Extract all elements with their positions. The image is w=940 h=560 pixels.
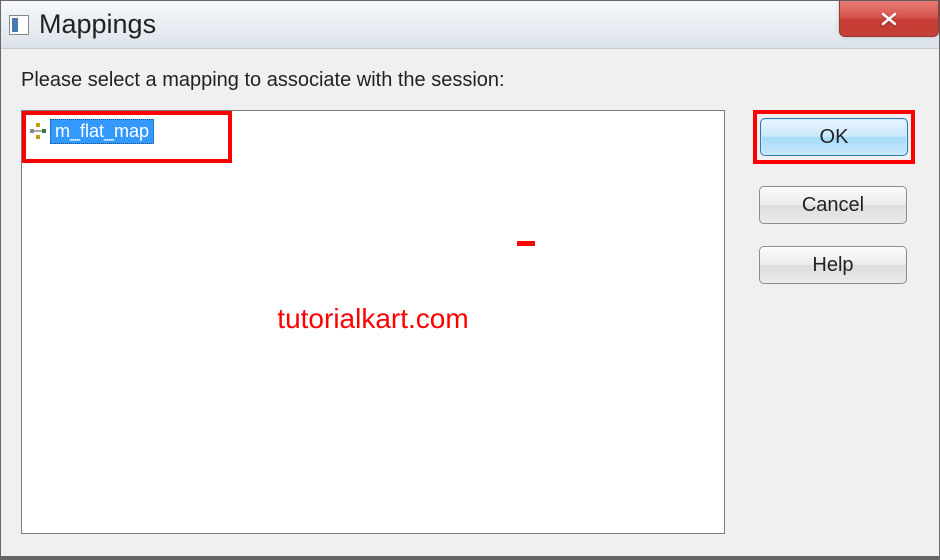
instruction-text: Please select a mapping to associate wit… [21,69,919,92]
close-icon [880,12,898,26]
client-area: Please select a mapping to associate wit… [1,49,939,559]
mappings-dialog-window: Mappings Please select a mapping to asso… [0,0,940,560]
app-icon [9,15,29,35]
list-item-label: m_flat_map [50,119,154,144]
content-row: m_flat_map tutorialkart.com OK Cancel He… [21,110,919,534]
list-item[interactable]: m_flat_map [30,119,722,143]
close-button[interactable] [839,1,939,37]
help-button-label: Help [812,254,853,277]
window-bottom-border [1,556,939,560]
cancel-button[interactable]: Cancel [759,186,907,224]
annotation-highlight-ok: OK [753,110,915,164]
mapping-icon [30,123,46,139]
help-button[interactable]: Help [759,246,907,284]
button-column: OK Cancel Help [759,110,919,284]
annotation-dash [517,241,535,246]
cancel-button-label: Cancel [802,194,864,217]
mapping-listbox[interactable]: m_flat_map tutorialkart.com [21,110,725,534]
ok-button[interactable]: OK [760,118,908,156]
titlebar: Mappings [1,1,939,49]
ok-button-label: OK [820,126,849,149]
window-title: Mappings [39,9,156,40]
watermark-text: tutorialkart.com [277,303,468,335]
